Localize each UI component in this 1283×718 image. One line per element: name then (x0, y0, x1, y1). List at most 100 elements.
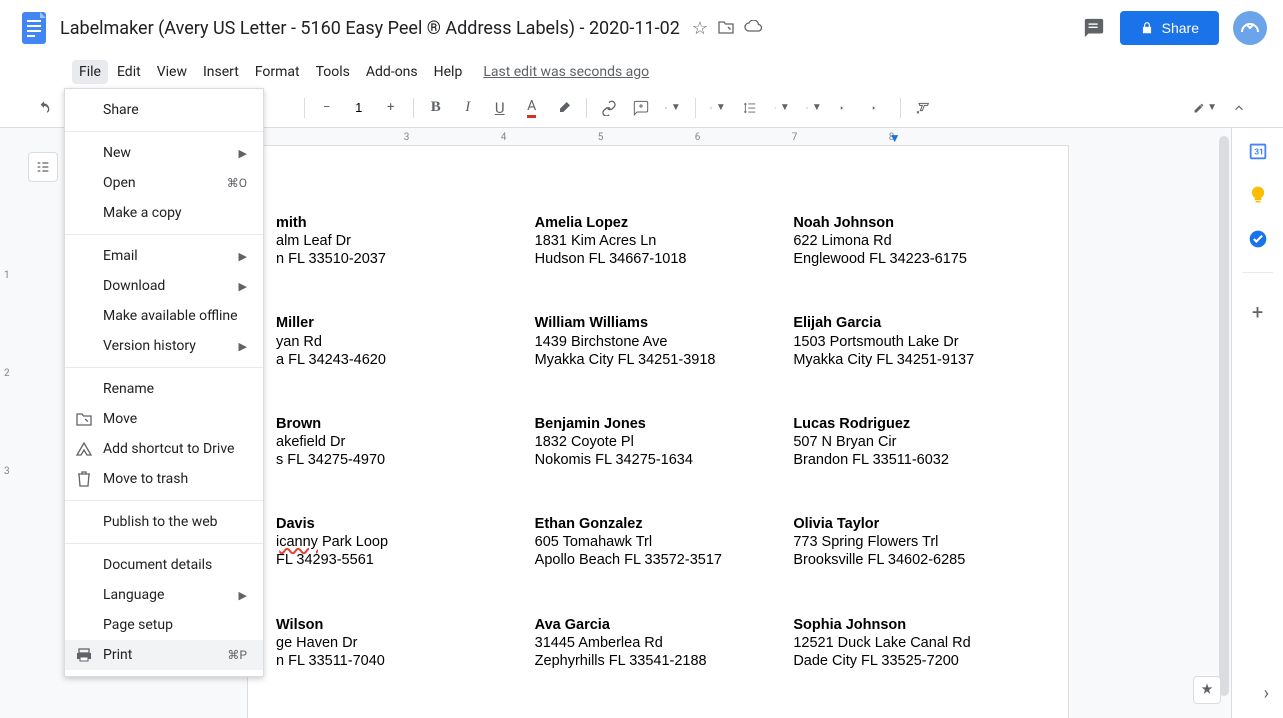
menu-file[interactable]: File (72, 60, 108, 84)
menu-item-details[interactable]: Document details (65, 550, 263, 580)
clear-formatting-button[interactable] (909, 94, 937, 122)
menu-item-trash[interactable]: Move to trash (65, 464, 263, 494)
chevron-down-icon: ▼ (716, 102, 726, 113)
line-spacing-button[interactable] (736, 94, 764, 122)
menu-item-offline[interactable]: Make available offline (65, 301, 263, 331)
calendar-addon-icon[interactable]: 31 (1247, 140, 1269, 162)
shortcut-label: ⌘P (227, 648, 247, 662)
underline-button[interactable]: U (486, 94, 514, 122)
font-size-input[interactable] (345, 100, 373, 115)
drive-shortcut-icon (75, 440, 93, 458)
address-label[interactable]: Sophia Johnson12521 Duck Lake Canal RdDa… (793, 616, 1040, 670)
highlight-button[interactable] (550, 94, 578, 122)
address-label[interactable]: Milleryan Rda FL 34243-4620 (276, 314, 523, 368)
docs-app-icon[interactable] (16, 10, 52, 46)
document-title[interactable]: Labelmaker (Avery US Letter - 5160 Easy … (60, 18, 680, 39)
menu-item-email[interactable]: Email▶ (65, 241, 263, 271)
align-button[interactable]: ▼ (704, 94, 732, 122)
insert-link-button[interactable] (595, 94, 623, 122)
menu-item-make-copy[interactable]: Make a copy (65, 198, 263, 228)
ruler-tick: 3 (358, 132, 455, 143)
address-label[interactable]: Ethan Gonzalez605 Tomahawk TrlApollo Bea… (535, 515, 782, 569)
address-label[interactable]: Wilsonge Haven Drn FL 33511-7040 (276, 616, 523, 670)
address-label[interactable]: Ava Garcia31445 Amberlea RdZephyrhills F… (535, 616, 782, 670)
chevron-down-icon: ▼ (812, 102, 822, 113)
font-size-increase[interactable]: + (377, 94, 405, 122)
trash-icon (75, 470, 93, 488)
menu-format[interactable]: Format (248, 60, 307, 84)
italic-button[interactable]: I (454, 94, 482, 122)
menu-item-move[interactable]: Move (65, 404, 263, 434)
share-label: Share (1162, 20, 1199, 36)
menu-insert[interactable]: Insert (196, 60, 246, 84)
move-folder-icon[interactable] (718, 18, 734, 39)
bold-button[interactable]: B (422, 94, 450, 122)
bulleted-list-button[interactable]: ▼ (800, 94, 828, 122)
submenu-arrow-icon: ▶ (239, 589, 247, 602)
address-label[interactable]: Brownakefield Drs FL 34275-4970 (276, 415, 523, 469)
address-label[interactable]: Lucas Rodriguez507 N Bryan CirBrandon FL… (793, 415, 1040, 469)
menu-help[interactable]: Help (427, 60, 470, 84)
menu-item-print[interactable]: Print⌘P (65, 640, 263, 670)
comment-history-icon[interactable] (1082, 16, 1106, 40)
menu-edit[interactable]: Edit (110, 60, 148, 84)
get-addons-button[interactable]: + (1247, 301, 1269, 323)
address-label[interactable]: Amelia Lopez1831 Kim Acres LnHudson FL 3… (535, 214, 782, 268)
hide-menus-button[interactable] (1225, 94, 1253, 122)
address-label[interactable]: Noah Johnson622 Limona RdEnglewood FL 34… (793, 214, 1040, 268)
menu-item-publish[interactable]: Publish to the web (65, 507, 263, 537)
menu-item-version-history[interactable]: Version history▶ (65, 331, 263, 361)
menu-view[interactable]: View (150, 60, 194, 84)
undo-button[interactable] (30, 94, 58, 122)
tasks-addon-icon[interactable] (1247, 228, 1269, 250)
editing-mode-button[interactable]: ▼ (1193, 100, 1217, 116)
menu-item-download[interactable]: Download▶ (65, 271, 263, 301)
chevron-down-icon: ▼ (780, 102, 790, 113)
menu-item-page-setup[interactable]: Page setup (65, 610, 263, 640)
explore-button[interactable] (1193, 676, 1221, 704)
menu-addons[interactable]: Add-ons (359, 60, 425, 84)
text-color-button[interactable]: A (518, 94, 546, 122)
menu-item-rename[interactable]: Rename (65, 374, 263, 404)
address-label[interactable]: Benjamin Jones1832 Coyote PlNokomis FL 3… (535, 415, 782, 469)
title-bar: Labelmaker (Avery US Letter - 5160 Easy … (0, 0, 1283, 56)
ruler-tick: 2 (4, 368, 10, 379)
address-label[interactable]: William Williams1439 Birchstone AveMyakk… (535, 314, 782, 368)
menu-item-new[interactable]: New▶ (65, 138, 263, 168)
account-avatar[interactable] (1233, 11, 1267, 45)
address-label[interactable]: Elijah Garcia1503 Portsmouth Lake DrMyak… (793, 314, 1040, 368)
menu-item-share[interactable]: Share (65, 95, 263, 125)
address-label[interactable]: Olivia Taylor773 Spring Flowers TrlBrook… (793, 515, 1040, 569)
chevron-down-icon: ▼ (671, 102, 681, 113)
keep-addon-icon[interactable] (1247, 184, 1269, 206)
side-panel: 31 + (1231, 128, 1283, 718)
ruler-tick: 5 (552, 132, 649, 143)
address-label[interactable]: Davisicanny Park LoopFL 34293-5561 (276, 515, 523, 569)
scrollbar-thumb[interactable] (1219, 136, 1229, 696)
font-size-decrease[interactable]: − (313, 94, 341, 122)
outdent-button[interactable] (832, 94, 860, 122)
ruler-tick: ▼8 (843, 132, 940, 143)
add-comment-button[interactable] (627, 94, 655, 122)
address-label[interactable]: mithalm Leaf Drn FL 33510-2037 (276, 214, 523, 268)
vertical-ruler: 1 2 3 (0, 128, 18, 718)
insert-image-button[interactable]: ▼ (659, 94, 687, 122)
cloud-status-icon[interactable] (744, 18, 762, 39)
show-outline-button[interactable] (28, 152, 58, 182)
star-icon[interactable]: ☆ (692, 18, 708, 39)
last-edit-link[interactable]: Last edit was seconds ago (483, 64, 649, 80)
submenu-arrow-icon: ▶ (239, 280, 247, 293)
menu-bar: File Edit View Insert Format Tools Add-o… (0, 56, 1283, 88)
print-icon (75, 646, 93, 664)
hide-side-panel-button[interactable]: › (1264, 683, 1269, 704)
indent-button[interactable] (864, 94, 892, 122)
numbered-list-button[interactable]: 1▼ (768, 94, 796, 122)
margin-marker-icon[interactable]: ▼ (889, 131, 901, 145)
menu-item-open[interactable]: Open⌘O (65, 168, 263, 198)
menu-item-add-shortcut[interactable]: Add shortcut to Drive (65, 434, 263, 464)
move-icon (75, 410, 93, 428)
menu-item-language[interactable]: Language▶ (65, 580, 263, 610)
document-page[interactable]: mithalm Leaf Drn FL 33510-2037Amelia Lop… (248, 146, 1068, 718)
share-button[interactable]: Share (1120, 11, 1219, 45)
menu-tools[interactable]: Tools (309, 60, 357, 84)
